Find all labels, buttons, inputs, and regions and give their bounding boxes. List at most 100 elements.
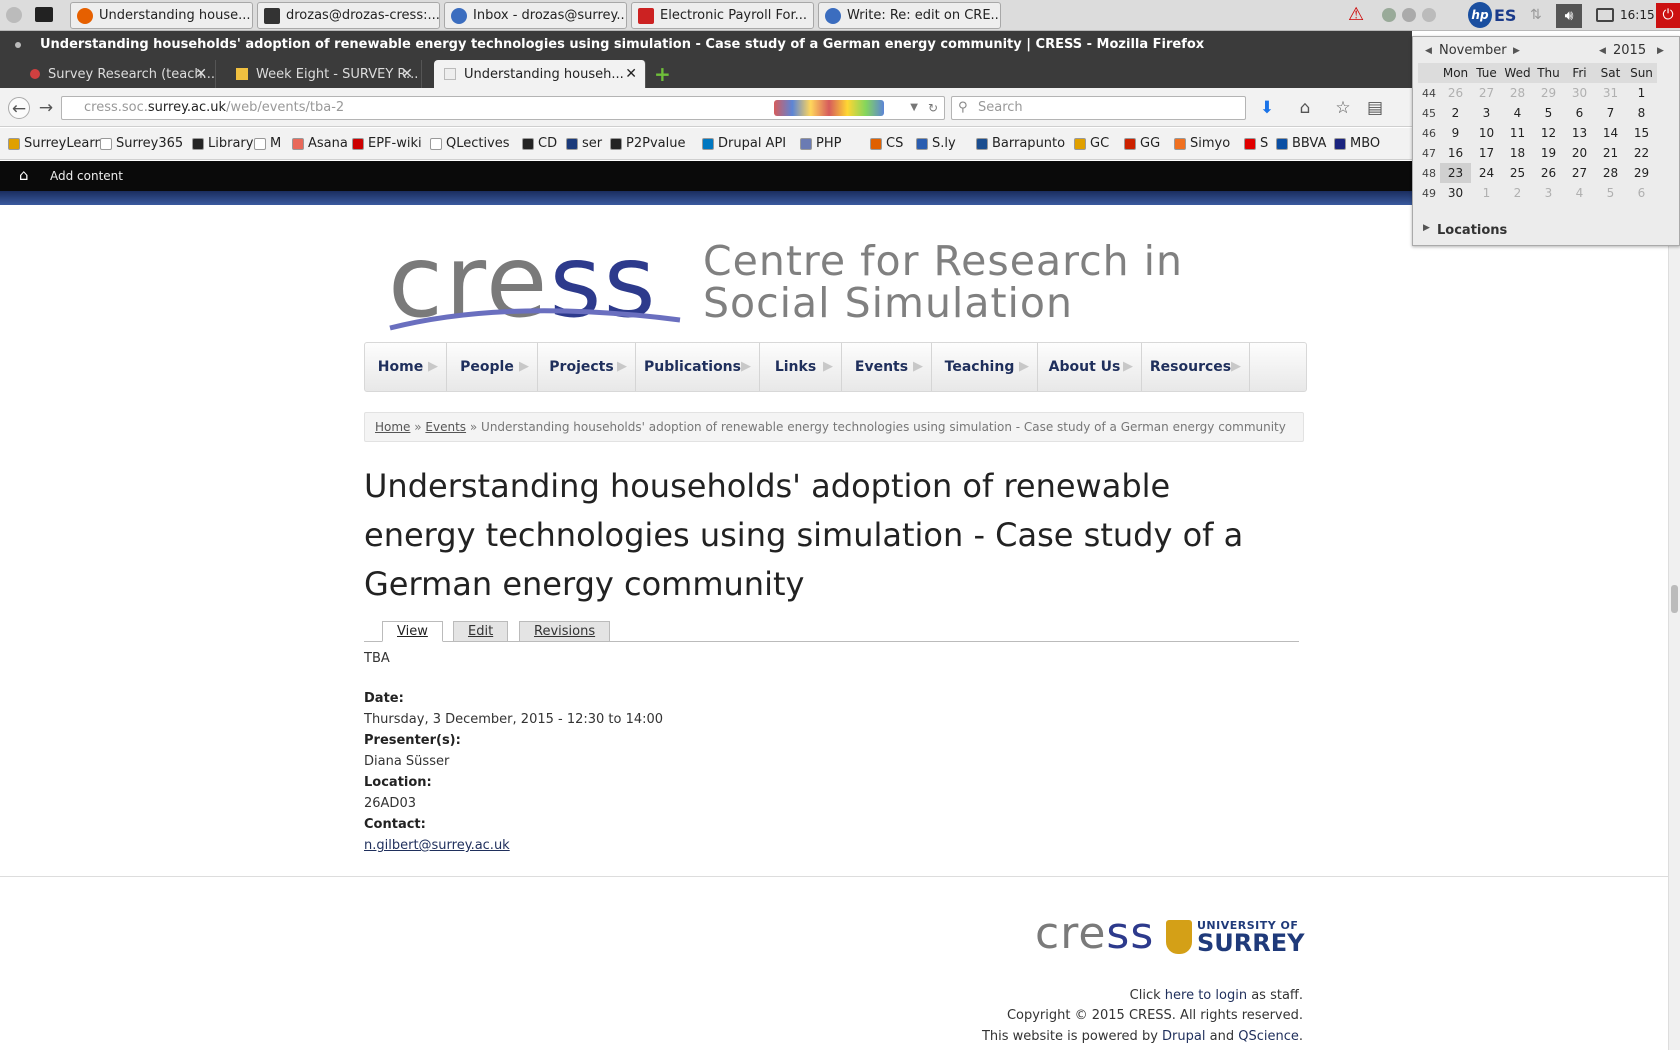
tab-view[interactable]: View <box>382 621 443 642</box>
calendar-day[interactable]: 10 <box>1471 123 1502 143</box>
close-icon[interactable]: ✕ <box>625 66 637 82</box>
calendar-day[interactable]: 3 <box>1471 103 1502 123</box>
home-icon[interactable]: ⌂ <box>1294 97 1316 119</box>
calendar-day[interactable]: 12 <box>1533 123 1564 143</box>
nav-item-events[interactable]: Events ▶ <box>842 343 932 391</box>
network-icon[interactable]: ⇅ <box>1530 7 1542 23</box>
reader-icon[interactable]: ▤ <box>1364 97 1386 119</box>
bookmark-item[interactable]: Simyo <box>1174 136 1230 151</box>
expander-icon[interactable]: ▶ <box>1423 223 1430 233</box>
bookmark-item[interactable]: S <box>1244 136 1268 151</box>
calendar-day[interactable]: 28 <box>1595 163 1626 183</box>
taskbar-item-thunderbird[interactable]: Inbox - drozas@surrey... <box>444 2 627 29</box>
calendar-day[interactable]: 15 <box>1626 123 1657 143</box>
bookmark-item[interactable]: CD <box>522 136 557 151</box>
back-icon[interactable]: ← <box>8 97 30 119</box>
breadcrumb-home[interactable]: Home <box>375 420 410 434</box>
calendar-day[interactable]: 4 <box>1502 103 1533 123</box>
tray-app-icon[interactable] <box>1422 8 1436 22</box>
menu-icon[interactable] <box>6 7 22 23</box>
clock[interactable]: 16:15 <box>1620 8 1655 22</box>
calendar-day[interactable]: 6 <box>1564 103 1595 123</box>
nav-item-resources[interactable]: Resources ▶ <box>1142 343 1250 391</box>
tab-revisions[interactable]: Revisions <box>519 621 611 642</box>
prev-month-icon[interactable]: ◀ <box>1425 46 1432 56</box>
tab-understanding[interactable]: Understanding househ... ✕ <box>434 60 646 88</box>
qscience-link[interactable]: QScience <box>1238 1029 1299 1044</box>
calendar-day[interactable]: 14 <box>1595 123 1626 143</box>
calendar-day[interactable]: 28 <box>1502 83 1533 103</box>
scrollbar[interactable] <box>1668 205 1680 1050</box>
calendar-day[interactable]: 1 <box>1626 83 1657 103</box>
calendar-day[interactable]: 5 <box>1533 103 1564 123</box>
bookmark-item[interactable]: GC <box>1074 136 1109 151</box>
contact-email-link[interactable]: n.gilbert@surrey.ac.uk <box>364 838 510 853</box>
download-icon[interactable]: ⬇ <box>1256 97 1278 119</box>
bookmark-item[interactable]: P2Pvalue <box>610 136 685 151</box>
calendar-day[interactable]: 7 <box>1595 103 1626 123</box>
calendar-day[interactable]: 11 <box>1502 123 1533 143</box>
bookmark-item[interactable]: QLectives <box>430 136 510 151</box>
locations-label[interactable]: Locations <box>1437 223 1507 238</box>
calendar-day[interactable]: 13 <box>1564 123 1595 143</box>
reload-icon[interactable]: ↻ <box>928 97 938 119</box>
tab-survey-research[interactable]: Survey Research (teach... ✕ <box>20 60 216 88</box>
bookmark-item[interactable]: SurreyLearn <box>8 136 103 151</box>
scrollbar-thumb[interactable] <box>1671 585 1678 613</box>
calendar-day[interactable]: 21 <box>1595 143 1626 163</box>
taskbar-item-compose[interactable]: Write: Re: edit on CRE... <box>818 2 1001 29</box>
calendar-day[interactable]: 26 <box>1440 83 1471 103</box>
calendar-day[interactable]: 20 <box>1564 143 1595 163</box>
screenshot-icon[interactable] <box>1596 8 1614 22</box>
search-input[interactable]: ⚲ Search <box>951 96 1246 120</box>
forward-icon[interactable]: → <box>35 97 57 119</box>
bookmark-item[interactable]: M <box>254 136 281 151</box>
warning-icon[interactable]: ⚠ <box>1348 5 1364 25</box>
calendar-day[interactable]: 5 <box>1595 183 1626 203</box>
window-menu-icon[interactable] <box>15 42 21 48</box>
tray-app-icon[interactable] <box>1382 8 1396 22</box>
calendar-day[interactable]: 9 <box>1440 123 1471 143</box>
next-month-icon[interactable]: ▶ <box>1513 46 1520 56</box>
calendar-day[interactable]: 1 <box>1471 183 1502 203</box>
bookmark-item[interactable]: Library <box>192 136 253 151</box>
bookmark-item[interactable]: S.ly <box>916 136 956 151</box>
calendar-day[interactable]: 27 <box>1471 83 1502 103</box>
nav-item-projects[interactable]: Projects ▶ <box>538 343 636 391</box>
calendar-day[interactable]: 29 <box>1626 163 1657 183</box>
keyboard-layout[interactable]: ES <box>1494 6 1516 25</box>
bookmark-item[interactable]: EPF-wiki <box>352 136 422 151</box>
bookmark-item[interactable]: ser <box>566 136 602 151</box>
calendar-day[interactable]: 3 <box>1533 183 1564 203</box>
bookmark-item[interactable]: PHP <box>800 136 841 151</box>
breadcrumb-events[interactable]: Events <box>425 420 466 434</box>
calendar-day[interactable]: 26 <box>1533 163 1564 183</box>
calendar-day[interactable]: 30 <box>1564 83 1595 103</box>
tray-app-icon[interactable] <box>1402 8 1416 22</box>
close-icon[interactable]: ✕ <box>195 66 207 82</box>
calendar-day[interactable]: 19 <box>1533 143 1564 163</box>
bookmark-item[interactable]: GG <box>1124 136 1160 151</box>
calendar-day[interactable]: 17 <box>1471 143 1502 163</box>
footer-cress-logo[interactable]: cress <box>1035 912 1154 956</box>
nav-item-home[interactable]: Home ▶ <box>365 343 447 391</box>
nav-item-publications[interactable]: Publications ▶ <box>636 343 760 391</box>
calendar-day[interactable]: 29 <box>1533 83 1564 103</box>
bookmark-star-icon[interactable]: ☆ <box>1332 97 1354 119</box>
url-bar[interactable]: cress.soc.surrey.ac.uk/web/events/tba-2 … <box>61 96 945 120</box>
calendar-day[interactable]: 2 <box>1502 183 1533 203</box>
calendar-day[interactable]: 23 <box>1440 163 1471 183</box>
bookmark-item[interactable]: Surrey365 <box>100 136 183 151</box>
calendar-day[interactable]: 24 <box>1471 163 1502 183</box>
tab-edit[interactable]: Edit <box>453 621 509 642</box>
volume-icon[interactable]: 🔊︎ <box>1556 4 1582 28</box>
bookmark-item[interactable]: BBVA <box>1276 136 1326 151</box>
nav-item-links[interactable]: Links ▶ <box>760 343 842 391</box>
next-year-icon[interactable]: ▶ <box>1657 46 1664 56</box>
login-link[interactable]: here to login <box>1165 988 1247 1003</box>
addon-icons[interactable] <box>774 100 884 116</box>
taskbar-item-firefox[interactable]: Understanding house... <box>70 2 253 29</box>
calendar-day[interactable]: 4 <box>1564 183 1595 203</box>
taskbar-item-pdf[interactable]: Electronic Payroll For... <box>631 2 814 29</box>
taskbar-item-terminal[interactable]: drozas@drozas-cress:... <box>257 2 440 29</box>
